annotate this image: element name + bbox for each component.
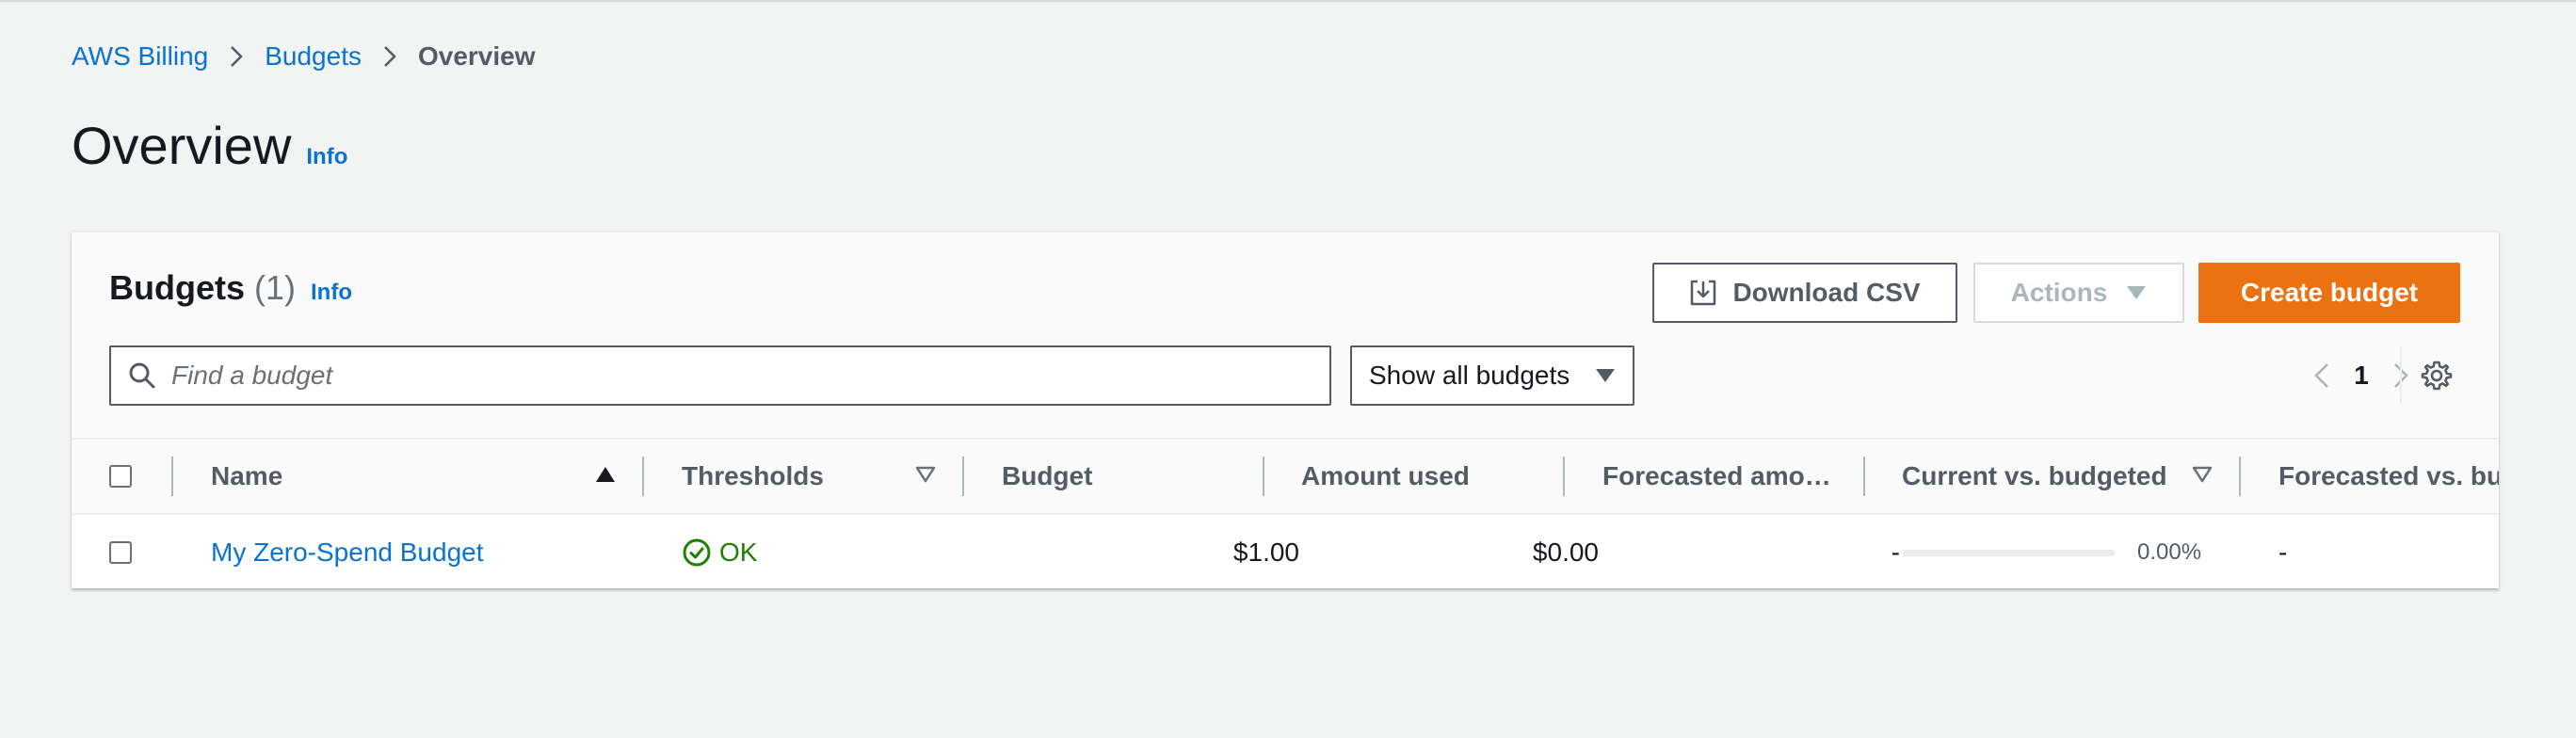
chevron-left-icon[interactable] bbox=[2303, 361, 2341, 390]
column-header-name[interactable]: Name bbox=[211, 440, 437, 513]
column-header-current-vs-budgeted[interactable]: Current vs. budgeted bbox=[1902, 440, 2175, 513]
column-divider[interactable] bbox=[642, 457, 644, 496]
sort-ascending-icon[interactable] bbox=[595, 466, 616, 483]
column-divider[interactable] bbox=[1263, 457, 1264, 496]
row-select-cell bbox=[109, 515, 132, 588]
select-all-checkbox[interactable] bbox=[109, 465, 132, 488]
download-csv-label: Download CSV bbox=[1732, 278, 1921, 307]
create-budget-label: Create budget bbox=[2240, 278, 2419, 307]
chevron-right-icon bbox=[382, 44, 397, 69]
column-divider bbox=[171, 457, 173, 496]
table-header-row: Name Thresholds Budget Amount used Forec… bbox=[72, 438, 2499, 515]
forecasted-vs-budgeted-cell: - bbox=[2278, 537, 2288, 567]
sort-icon[interactable] bbox=[2192, 466, 2213, 483]
budget-name-cell: My Zero-Spend Budget bbox=[211, 515, 625, 588]
budget-amount-cell: $1.00 bbox=[1232, 537, 1299, 567]
caret-down-icon bbox=[2126, 285, 2147, 300]
select-all-cell bbox=[109, 440, 132, 513]
breadcrumb: AWS Billing Budgets Overview bbox=[72, 41, 536, 72]
budgets-info-link[interactable]: Info bbox=[311, 280, 352, 306]
column-header-forecasted-amount[interactable]: Forecasted amo… bbox=[1602, 440, 1857, 513]
column-divider[interactable] bbox=[962, 457, 964, 496]
actions-button[interactable]: Actions bbox=[1973, 263, 2184, 323]
budgets-count: (1) bbox=[254, 268, 296, 307]
download-icon bbox=[1689, 279, 1717, 307]
search-field[interactable] bbox=[109, 345, 1331, 406]
budgets-table-container: Budgets (1) Info Download CSV Actions Cr… bbox=[72, 232, 2499, 588]
column-header-amount-used[interactable]: Amount used bbox=[1301, 440, 1555, 513]
chevron-right-icon bbox=[229, 44, 244, 69]
page-title: Overview bbox=[72, 116, 292, 175]
create-budget-button[interactable]: Create budget bbox=[2198, 263, 2460, 323]
column-header-budget[interactable]: Budget bbox=[1002, 440, 1256, 513]
progress-bar bbox=[1902, 549, 2115, 556]
search-icon bbox=[128, 361, 156, 390]
row-checkbox[interactable] bbox=[109, 541, 132, 564]
column-header-thresholds[interactable]: Thresholds bbox=[682, 440, 898, 513]
budgets-heading: Budgets bbox=[109, 268, 245, 307]
forecasted-amount-cell: - bbox=[1891, 537, 1900, 567]
budgets-title: Budgets (1) Info bbox=[109, 268, 352, 308]
download-csv-button[interactable]: Download CSV bbox=[1652, 263, 1957, 323]
budget-filter-value: Show all budgets bbox=[1369, 361, 1570, 390]
caret-down-icon bbox=[1595, 368, 1616, 383]
column-divider[interactable] bbox=[1863, 457, 1865, 496]
pagination-divider bbox=[2400, 347, 2402, 404]
breadcrumb-budgets[interactable]: Budgets bbox=[265, 41, 362, 72]
breadcrumb-aws-billing[interactable]: AWS Billing bbox=[72, 41, 208, 72]
table-row: My Zero-Spend Budget OK $1.00 $0.00 - 0.… bbox=[72, 515, 2499, 588]
breadcrumb-current: Overview bbox=[417, 41, 536, 71]
column-divider[interactable] bbox=[1563, 457, 1565, 496]
column-header-forecasted-vs-budgeted[interactable]: Forecasted vs. bud bbox=[2278, 440, 2499, 513]
page-info-link[interactable]: Info bbox=[306, 144, 347, 170]
billing-budgets-page: AWS Billing Budgets Overview Overview In… bbox=[0, 0, 2576, 738]
thresholds-cell: OK bbox=[682, 515, 945, 588]
budget-name-link[interactable]: My Zero-Spend Budget bbox=[211, 537, 484, 568]
status-badge: OK bbox=[682, 537, 757, 568]
check-circle-icon bbox=[682, 537, 712, 568]
status-text: OK bbox=[719, 537, 758, 567]
page-header: Overview Info bbox=[72, 115, 347, 176]
budgets-header: Budgets (1) Info Download CSV Actions Cr… bbox=[72, 233, 2499, 438]
actions-label: Actions bbox=[2010, 278, 2108, 307]
budgets-table: Name Thresholds Budget Amount used Forec… bbox=[72, 438, 2499, 588]
sort-icon[interactable] bbox=[915, 466, 936, 483]
search-input[interactable] bbox=[169, 360, 1303, 392]
pagination: 1 bbox=[2303, 350, 2420, 401]
budget-filter-select[interactable]: Show all budgets bbox=[1350, 345, 1634, 406]
gear-icon[interactable] bbox=[2416, 355, 2457, 396]
current-vs-budgeted-cell: 0.00% bbox=[1902, 515, 2222, 588]
amount-used-cell: $0.00 bbox=[1532, 537, 1599, 567]
column-divider[interactable] bbox=[2239, 457, 2241, 496]
page-number[interactable]: 1 bbox=[2341, 361, 2382, 391]
progress-percentage: 0.00% bbox=[2137, 539, 2202, 565]
